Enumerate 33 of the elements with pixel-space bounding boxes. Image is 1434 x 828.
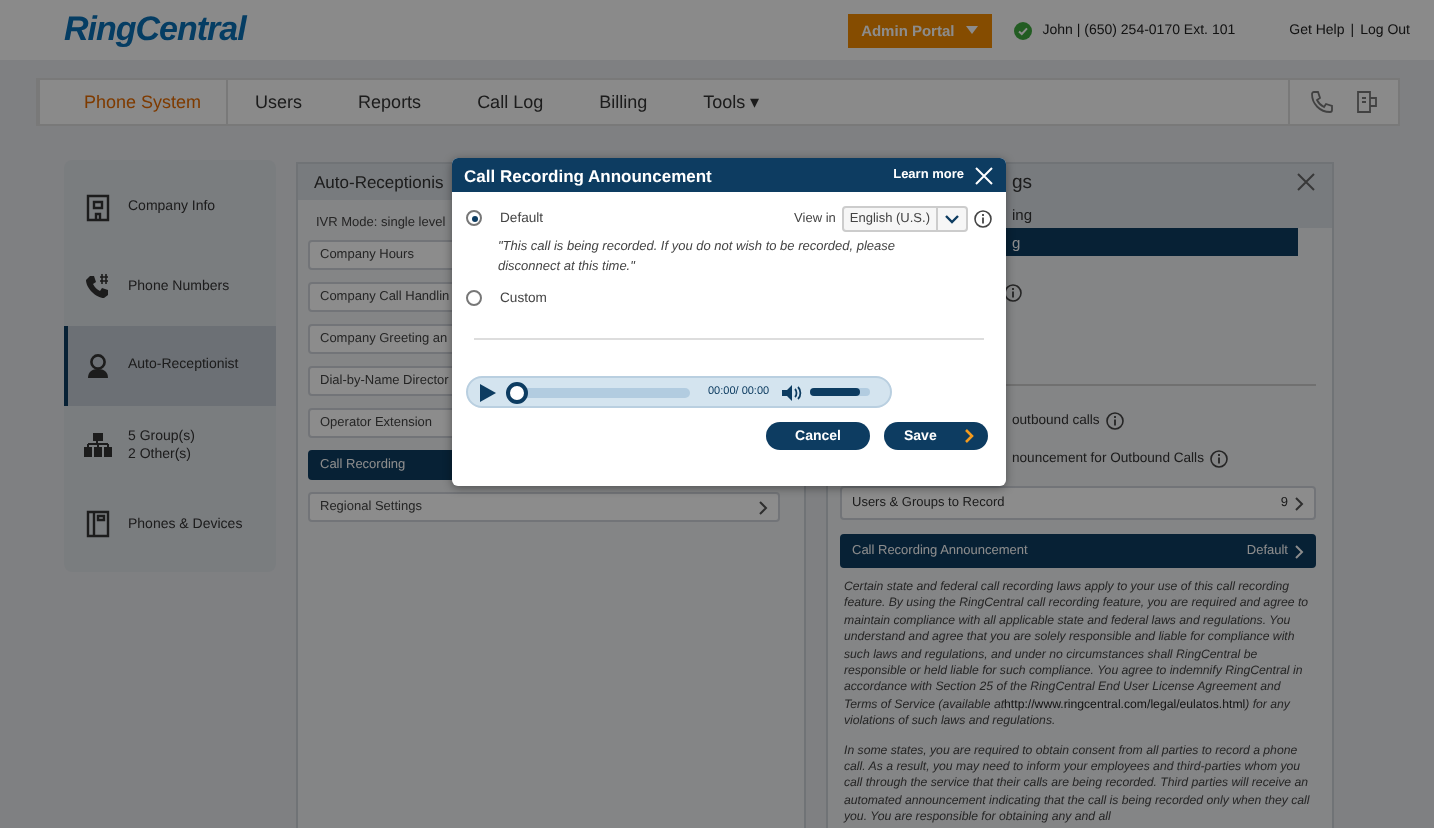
nav-tab[interactable]: Users: [227, 80, 331, 124]
chevron-icon: [964, 428, 974, 444]
logo: RingCentral: [64, 10, 246, 50]
person-icon: [84, 351, 112, 380]
info-icon: [1004, 283, 1022, 301]
info-icon: [1105, 412, 1124, 430]
building-icon: [84, 193, 112, 222]
volume-level[interactable]: [809, 388, 861, 396]
panel-title: Auto-Receptionis: [314, 172, 444, 192]
chevron-down-icon: [944, 213, 960, 223]
seek-handle[interactable]: [506, 381, 528, 403]
caret-icon: [966, 26, 979, 34]
nav-tab[interactable]: Tools ▾: [675, 80, 789, 124]
nav-tab[interactable]: Reports: [330, 80, 450, 124]
org-chart-icon: [84, 431, 112, 460]
dialog-title: Call Recording Announcement: [464, 165, 712, 185]
fax-icon[interactable]: [1354, 90, 1378, 114]
radio-button[interactable]: [466, 290, 482, 306]
nav-tab[interactable]: Call Log: [449, 80, 572, 124]
radio-button[interactable]: [466, 210, 482, 226]
volume-icon[interactable]: [781, 383, 802, 401]
phone-icon[interactable]: [1310, 90, 1334, 114]
play-icon[interactable]: [480, 383, 496, 401]
device-icon: [84, 510, 112, 539]
chevron-icon: [1294, 495, 1304, 511]
info-icon: [1209, 450, 1228, 468]
panel-title: gs: [1012, 171, 1033, 193]
status-icon: [1014, 21, 1033, 39]
phone-icon: [84, 272, 112, 301]
nav-tab[interactable]: Billing: [571, 80, 676, 124]
info-icon: [974, 209, 992, 227]
chevron-icon: [1294, 543, 1304, 559]
chevron-icon: [758, 499, 768, 515]
